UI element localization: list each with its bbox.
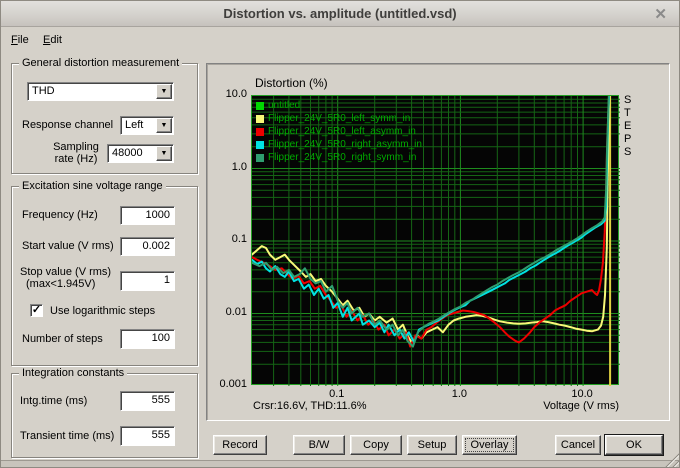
dialog-window: Distortion vs. amplitude (untitled.vsd) …	[0, 0, 680, 468]
legend-label: Flipper_24V_5R0_left_symm_in	[268, 113, 411, 124]
intg-time-field[interactable]: 555	[120, 391, 175, 411]
y-tick-label: 0.1	[231, 233, 247, 245]
log-steps-label: Use logarithmic steps	[50, 305, 156, 317]
legend-label: untitled	[268, 100, 301, 111]
steps-vertical-label: S T E P S	[624, 94, 632, 158]
group-general-distortion: General distortion measurement THD ▼ Res…	[11, 57, 198, 174]
response-channel-value: Left	[125, 119, 144, 131]
chart-title: Distortion (%)	[255, 76, 328, 90]
response-channel-label: Response channel	[22, 119, 114, 131]
window-bottom-edge	[1, 460, 679, 467]
x-tick-label: 1.0	[451, 388, 468, 400]
menu-file[interactable]: File	[7, 32, 33, 48]
legend-label: Flipper_24V_5R0_right_symm_in	[268, 152, 417, 163]
chevron-down-icon[interactable]: ▼	[156, 84, 172, 99]
legend-item: Flipper_24V_5R0_left_asymm_in	[256, 125, 422, 138]
measurement-type-select[interactable]: THD ▼	[27, 82, 174, 101]
y-tick-label: 0.01	[225, 305, 247, 318]
group-excitation: Excitation sine voltage range Frequency …	[11, 180, 198, 366]
frequency-label: Frequency (Hz)	[22, 209, 98, 221]
bw-button[interactable]: B/W	[293, 435, 345, 455]
num-steps-field[interactable]: 100	[120, 329, 175, 349]
start-value-field[interactable]: 0.002	[120, 237, 175, 256]
num-steps-label: Number of steps	[22, 333, 103, 345]
start-value-label: Start value (V rms)	[22, 240, 114, 252]
legend-item: Flipper_24V_5R0_right_symm_in	[256, 151, 422, 164]
y-tick-label: 1.0	[231, 160, 247, 173]
y-tick-label: 0.001	[219, 378, 247, 390]
menu-bar: File Edit	[1, 27, 679, 51]
transient-time-label: Transient time (ms)	[20, 430, 115, 442]
legend-item: untitled	[256, 99, 422, 112]
sampling-rate-value: 48000	[112, 147, 143, 159]
group-integration: Integration constants Intg.time (ms) 555…	[11, 367, 198, 458]
legend-item: Flipper_24V_5R0_left_symm_in	[256, 112, 422, 125]
chart-panel: Distortion (%) untitled Flipper_24V_5R0_l…	[206, 63, 670, 421]
frequency-field[interactable]: 1000	[120, 206, 175, 225]
menu-edit[interactable]: Edit	[39, 32, 66, 48]
legend-swatch	[256, 114, 264, 123]
legend-label: Flipper_24V_5R0_left_asymm_in	[268, 126, 416, 137]
y-tick-label: 10.0	[225, 88, 247, 100]
legend-swatch	[256, 101, 264, 110]
group-excitation-title: Excitation sine voltage range	[19, 180, 166, 192]
legend-swatch	[256, 127, 264, 136]
cancel-button[interactable]: Cancel	[555, 435, 601, 455]
response-channel-select[interactable]: Left ▼	[120, 116, 174, 135]
chevron-down-icon[interactable]: ▼	[156, 118, 172, 133]
stop-value-label: Stop value (V rms) (max<1.945V)	[20, 266, 112, 290]
measurement-type-value: THD	[32, 85, 55, 97]
ok-button[interactable]: OK	[605, 435, 663, 455]
x-tick-label: 0.1	[329, 388, 345, 400]
group-general-title: General distortion measurement	[19, 57, 183, 69]
sampling-rate-select[interactable]: 48000 ▼	[107, 144, 174, 163]
legend-swatch	[256, 153, 264, 162]
record-button[interactable]: Record	[213, 435, 267, 455]
title-bar[interactable]: Distortion vs. amplitude (untitled.vsd) …	[1, 1, 679, 27]
log-steps-checkbox[interactable]: ✓	[30, 304, 43, 317]
cursor-readout: Crsr:16.6V, THD:11.6%	[253, 400, 367, 412]
x-tick-label: 10.0	[571, 388, 593, 400]
close-icon[interactable]: ✕	[654, 5, 667, 23]
resize-grip[interactable]	[663, 451, 679, 467]
distortion-plot[interactable]: untitled Flipper_24V_5R0_left_symm_in Flip…	[251, 95, 620, 386]
legend-item: Flipper_24V_5R0_right_asymm_in	[256, 138, 422, 151]
stop-value-field[interactable]: 1	[120, 271, 175, 291]
window-title: Distortion vs. amplitude (untitled.vsd)	[223, 6, 457, 21]
overlay-button[interactable]: Overlay	[462, 435, 517, 455]
transient-time-field[interactable]: 555	[120, 426, 175, 446]
legend-label: Flipper_24V_5R0_right_asymm_in	[268, 139, 422, 150]
intg-time-label: Intg.time (ms)	[20, 395, 88, 407]
legend-swatch	[256, 140, 264, 149]
setup-button[interactable]: Setup	[407, 435, 457, 455]
x-axis-label: Voltage (V rms)	[543, 400, 619, 412]
copy-button[interactable]: Copy	[350, 435, 402, 455]
chevron-down-icon[interactable]: ▼	[156, 146, 172, 161]
plot-legend: untitled Flipper_24V_5R0_left_symm_in Flip…	[256, 99, 422, 164]
group-integration-title: Integration constants	[19, 367, 128, 379]
sampling-rate-label: Sampling rate (Hz)	[53, 141, 99, 165]
